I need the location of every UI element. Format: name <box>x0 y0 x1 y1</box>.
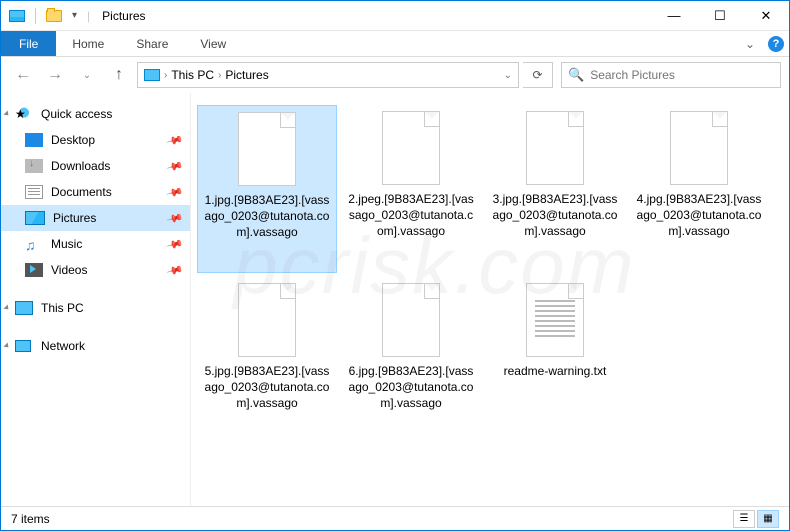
sidebar-item-label: Music <box>51 237 82 251</box>
search-icon: 🔍 <box>568 67 584 83</box>
sidebar-item-label: Downloads <box>51 159 110 173</box>
status-bar: 7 items ☰ ▦ <box>1 506 789 530</box>
sidebar-item-label: Pictures <box>53 211 96 225</box>
file-name: 2.jpeg.[9B83AE23].[vassago_0203@tutanota… <box>345 191 477 240</box>
file-area[interactable]: 1.jpg.[9B83AE23].[vassago_0203@tutanota.… <box>191 93 789 523</box>
file-icon <box>238 112 296 186</box>
ribbon: File Home Share View ⌄ ? <box>1 31 789 57</box>
help-button[interactable]: ? <box>763 31 789 56</box>
sidebar-quick-access[interactable]: ★ Quick access <box>1 101 190 127</box>
chevron-right-icon: › <box>218 70 221 81</box>
file-icon <box>238 283 296 357</box>
details-view-button[interactable]: ☰ <box>733 510 755 528</box>
up-button[interactable]: ↑ <box>105 61 133 89</box>
sidebar-item-videos[interactable]: Videos 📌 <box>1 257 190 283</box>
expand-ribbon-button[interactable]: ⌄ <box>737 31 763 56</box>
file-tab[interactable]: File <box>1 31 56 56</box>
breadcrumb[interactable]: › This PC › Pictures ⌄ <box>137 62 519 88</box>
refresh-button[interactable]: ⟳ <box>523 62 553 88</box>
downloads-icon <box>25 159 43 173</box>
file-icon <box>526 111 584 185</box>
navigation-row: ← → ⌄ ↑ › This PC › Pictures ⌄ ⟳ 🔍 <box>1 57 789 93</box>
app-icon <box>9 10 25 22</box>
pc-icon <box>144 69 160 81</box>
tab-share[interactable]: Share <box>120 31 184 56</box>
videos-icon <box>25 263 43 277</box>
desktop-icon <box>25 133 43 147</box>
file-item[interactable]: 1.jpg.[9B83AE23].[vassago_0203@tutanota.… <box>197 105 337 273</box>
breadcrumb-part[interactable]: This PC <box>171 68 214 82</box>
file-item[interactable]: 4.jpg.[9B83AE23].[vassago_0203@tutanota.… <box>629 105 769 273</box>
maximize-button[interactable]: ☐ <box>697 1 743 31</box>
minimize-button[interactable]: — <box>651 1 697 31</box>
titlebar: ▾ | Pictures — ☐ ✕ <box>1 1 789 31</box>
sidebar-item-desktop[interactable]: Desktop 📌 <box>1 127 190 153</box>
search-input[interactable] <box>590 68 774 82</box>
sidebar-item-label: Documents <box>51 185 112 199</box>
breadcrumb-dropdown[interactable]: ⌄ <box>504 70 512 81</box>
pics-icon <box>25 211 45 225</box>
file-item[interactable]: 2.jpeg.[9B83AE23].[vassago_0203@tutanota… <box>341 105 481 273</box>
separator-bar: | <box>87 9 90 23</box>
view-buttons: ☰ ▦ <box>733 510 779 528</box>
sidebar-item-label: This PC <box>41 301 84 315</box>
pin-icon: 📌 <box>166 209 184 227</box>
file-icon <box>382 283 440 357</box>
network-icon <box>15 339 33 353</box>
pin-icon: 📌 <box>166 183 184 201</box>
sidebar-item-downloads[interactable]: Downloads 📌 <box>1 153 190 179</box>
file-item[interactable]: 6.jpg.[9B83AE23].[vassago_0203@tutanota.… <box>341 277 481 445</box>
sidebar-item-documents[interactable]: Documents 📌 <box>1 179 190 205</box>
pin-icon: 📌 <box>166 131 184 149</box>
sidebar-item-label: Quick access <box>41 107 112 121</box>
icons-view-button[interactable]: ▦ <box>757 510 779 528</box>
folder-icon[interactable] <box>46 10 62 22</box>
chevron-right-icon: › <box>164 70 167 81</box>
tab-home[interactable]: Home <box>56 31 120 56</box>
search-box[interactable]: 🔍 <box>561 62 781 88</box>
separator <box>35 8 36 24</box>
tab-view[interactable]: View <box>184 31 242 56</box>
chevron-down-icon[interactable]: ▾ <box>72 10 77 21</box>
file-name: 1.jpg.[9B83AE23].[vassago_0203@tutanota.… <box>202 192 332 241</box>
file-icon <box>670 111 728 185</box>
music-icon <box>25 237 43 251</box>
forward-button: → <box>41 61 69 89</box>
file-name: 4.jpg.[9B83AE23].[vassago_0203@tutanota.… <box>633 191 765 240</box>
file-name: 3.jpg.[9B83AE23].[vassago_0203@tutanota.… <box>489 191 621 240</box>
star-icon: ★ <box>15 107 33 121</box>
pc-icon <box>15 301 33 315</box>
navigation-pane: ★ Quick access Desktop📌Downloads📌Documen… <box>1 93 191 523</box>
sidebar-item-music[interactable]: Music 📌 <box>1 231 190 257</box>
quick-access-toolbar: ▾ | <box>9 8 94 24</box>
file-name: 5.jpg.[9B83AE23].[vassago_0203@tutanota.… <box>201 363 333 412</box>
file-item[interactable]: readme-warning.txt <box>485 277 625 445</box>
window-title: Pictures <box>102 9 145 23</box>
file-item[interactable]: 3.jpg.[9B83AE23].[vassago_0203@tutanota.… <box>485 105 625 273</box>
pin-icon: 📌 <box>166 235 184 253</box>
file-name: 6.jpg.[9B83AE23].[vassago_0203@tutanota.… <box>345 363 477 412</box>
window-controls: — ☐ ✕ <box>651 1 789 31</box>
pin-icon: 📌 <box>166 157 184 175</box>
file-icon <box>382 111 440 185</box>
file-name: readme-warning.txt <box>502 363 609 379</box>
breadcrumb-part[interactable]: Pictures <box>225 68 268 82</box>
back-button[interactable]: ← <box>9 61 37 89</box>
sidebar-item-label: Videos <box>51 263 87 277</box>
item-count: 7 items <box>11 512 50 526</box>
pin-icon: 📌 <box>166 261 184 279</box>
recent-menu[interactable]: ⌄ <box>73 61 101 89</box>
sidebar-network[interactable]: Network <box>1 333 190 359</box>
file-icon <box>526 283 584 357</box>
sidebar-this-pc[interactable]: This PC <box>1 295 190 321</box>
sidebar-item-label: Desktop <box>51 133 95 147</box>
close-button[interactable]: ✕ <box>743 1 789 31</box>
sidebar-item-pictures[interactable]: Pictures 📌 <box>1 205 190 231</box>
sidebar-item-label: Network <box>41 339 85 353</box>
docs-icon <box>25 185 43 199</box>
file-item[interactable]: 5.jpg.[9B83AE23].[vassago_0203@tutanota.… <box>197 277 337 445</box>
content-area: ★ Quick access Desktop📌Downloads📌Documen… <box>1 93 789 523</box>
